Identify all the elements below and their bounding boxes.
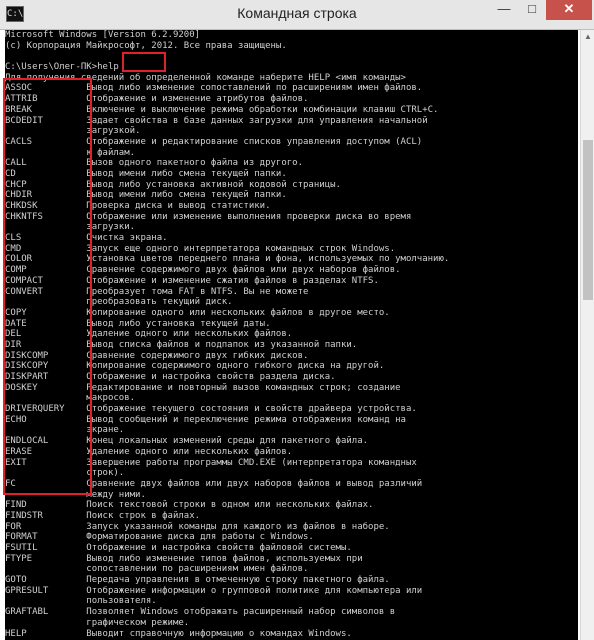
console-line: сопоставлении по расширениям имен файлов… bbox=[5, 564, 309, 575]
console-line: C:\Users\Олег-ПК>help bbox=[5, 62, 119, 73]
console-line: GRAFTABL Позволяет Windows отображать ра… bbox=[5, 607, 396, 618]
console-line: Microsoft Windows [Version 6.2.9200] bbox=[5, 30, 201, 40]
help-command-highlight bbox=[122, 52, 166, 72]
console-line: HELP Выводит справочную информацию о ком… bbox=[5, 628, 352, 639]
console-line: FIND Поиск текстовой строки в одном или … bbox=[5, 500, 374, 511]
close-button[interactable]: ✕ bbox=[546, 0, 592, 20]
console-line: графическом режиме. bbox=[5, 617, 190, 628]
console-line: FTYPE Вывод либо изменение типов файлов,… bbox=[5, 553, 363, 564]
scrollbar-thumb[interactable] bbox=[583, 140, 593, 300]
command-prompt-window: C:\ Командная строка — □ ✕ Microsoft Win… bbox=[0, 0, 594, 640]
console-line: FINDSTR Поиск строк в файлах. bbox=[5, 510, 201, 521]
console-line: FSUTIL Отображение и настройка свойств ф… bbox=[5, 543, 352, 553]
console-line: GOTO Передача управления в отмеченную ст… bbox=[5, 575, 390, 586]
scroll-up-arrow-icon[interactable]: ▲ bbox=[581, 30, 594, 44]
command-list-highlight bbox=[3, 78, 92, 495]
console-line: FOR Запуск указанной команды для каждого… bbox=[5, 521, 390, 532]
title-bar[interactable]: C:\ Командная строка — □ ✕ bbox=[0, 0, 594, 30]
console-line: FORMAT Форматирование диска для работы с… bbox=[5, 532, 314, 543]
minimize-button[interactable]: — bbox=[490, 0, 518, 20]
maximize-button[interactable]: □ bbox=[518, 0, 546, 20]
console-line: (c) Корпорация Майкрософт, 2012. Все пра… bbox=[5, 40, 287, 51]
vertical-scrollbar[interactable]: ▲ bbox=[580, 30, 594, 640]
console-line: пользователя. bbox=[5, 596, 157, 607]
console-line: GPRESULT Отображение информации о группо… bbox=[5, 585, 423, 596]
